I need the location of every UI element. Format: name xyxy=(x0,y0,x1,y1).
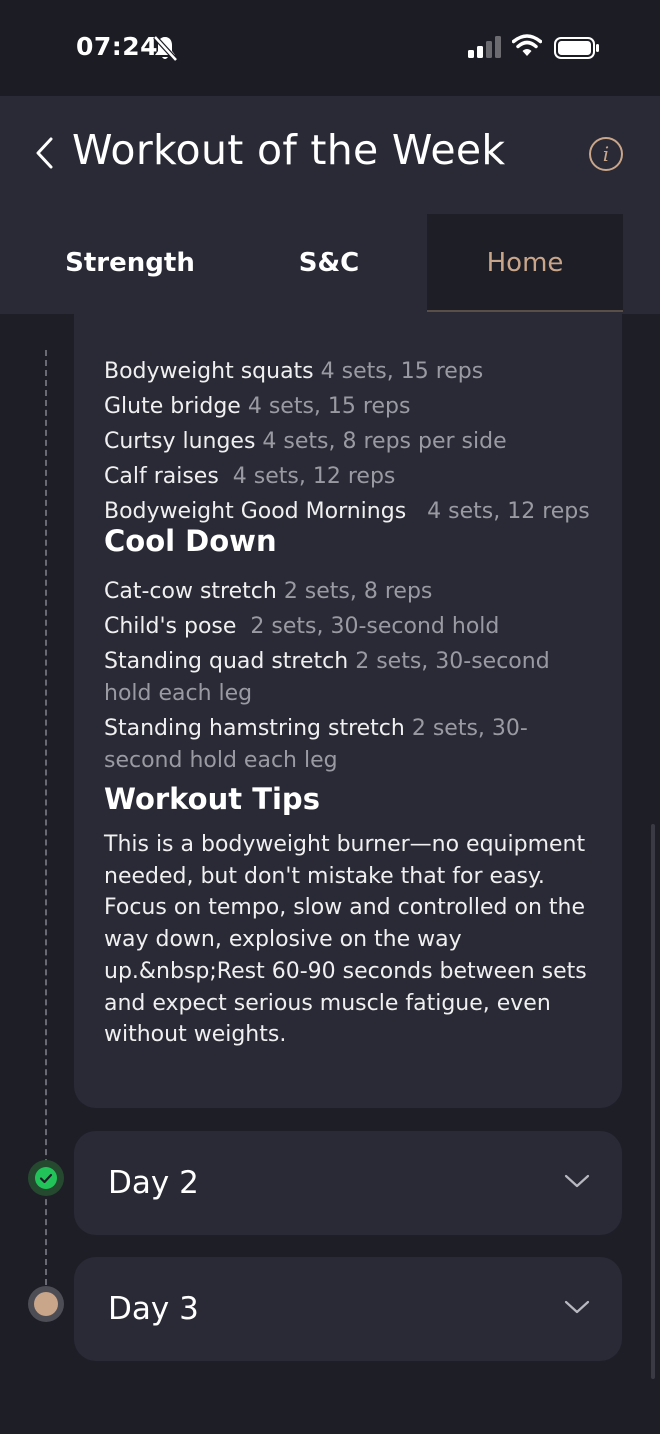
app-header: Workout of the Week i Strength S&C Home xyxy=(0,96,660,314)
day-2-completed-indicator xyxy=(28,1160,64,1196)
workout-tips-text: This is a bodyweight burner—no equipment… xyxy=(104,832,587,1048)
checkmark-icon xyxy=(35,1167,57,1189)
cool-down-heading: Cool Down xyxy=(104,524,277,558)
info-button[interactable]: i xyxy=(589,137,623,171)
day-2-label: Day 2 xyxy=(108,1165,199,1201)
status-dot xyxy=(34,1292,58,1316)
workout-tips-heading: Workout Tips xyxy=(104,782,320,816)
list-item: Curtsy lunges 4 sets, 8 reps per side xyxy=(104,429,507,454)
chevron-down-icon[interactable] xyxy=(564,1299,590,1315)
chevron-down-icon[interactable] xyxy=(564,1173,590,1189)
list-item: Standing hamstring stretch 2 sets, 30-se… xyxy=(104,716,528,773)
list-item: Glute bridge 4 sets, 15 reps xyxy=(104,394,411,419)
back-chevron-icon[interactable] xyxy=(32,136,58,170)
bell-off-icon xyxy=(153,35,178,62)
workout-content[interactable]: Bodyweight squats 4 sets, 15 reps Glute … xyxy=(0,314,660,1434)
status-bar: 07:24 xyxy=(0,0,660,96)
cellular-signal-icon xyxy=(468,36,501,58)
day-1-card: Bodyweight squats 4 sets, 15 reps Glute … xyxy=(74,314,622,1108)
battery-icon xyxy=(554,37,599,59)
list-item: Cat-cow stretch 2 sets, 8 reps xyxy=(104,579,433,604)
list-item: Child's pose 2 sets, 30-second hold xyxy=(104,614,500,639)
day-3-pending-indicator xyxy=(28,1286,64,1322)
cool-down-list: Cat-cow stretch 2 sets, 8 reps Child's p… xyxy=(104,576,574,780)
day-2-card[interactable]: Day 2 xyxy=(74,1131,622,1235)
day-3-label: Day 3 xyxy=(108,1291,199,1327)
list-item: Calf raises 4 sets, 12 reps xyxy=(104,464,396,489)
page-title: Workout of the Week xyxy=(72,126,506,174)
list-item: Standing quad stretch 2 sets, 30-second … xyxy=(104,649,550,706)
scrollbar[interactable] xyxy=(651,824,655,1379)
tab-strength[interactable]: Strength xyxy=(32,214,228,312)
status-time: 07:24 xyxy=(76,32,159,61)
tab-bar: Strength S&C Home xyxy=(32,214,623,312)
day-3-card[interactable]: Day 3 xyxy=(74,1257,622,1361)
tab-s-and-c[interactable]: S&C xyxy=(231,214,427,312)
wifi-icon xyxy=(512,34,542,56)
list-item: Bodyweight squats 4 sets, 15 reps xyxy=(104,359,484,384)
exercise-list: Bodyweight squats 4 sets, 15 reps Glute … xyxy=(104,356,590,531)
tab-home[interactable]: Home xyxy=(427,214,623,312)
